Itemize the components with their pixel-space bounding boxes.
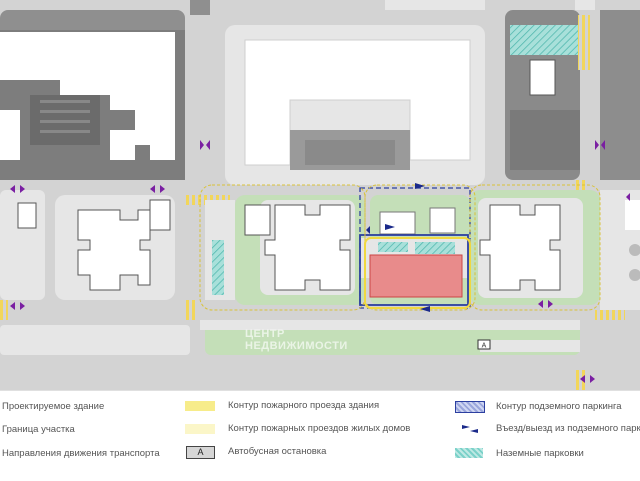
residential-courtyard-center: [235, 195, 365, 305]
watermark: ЦЕНТР НЕДВИЖИМОСТИ: [245, 328, 348, 352]
residential-courtyard-east: [470, 190, 600, 305]
fire-lane-building-swatch: [185, 401, 215, 411]
watermark-line-1: ЦЕНТР: [245, 328, 285, 340]
bus-stop-box: А: [186, 446, 215, 459]
crosswalk: [578, 15, 590, 70]
crosswalk: [575, 370, 587, 390]
parking-entry-arrows: [462, 425, 478, 433]
fire-lane-residential-swatch: [185, 424, 215, 434]
legend-item-underground-parking: Контур подземного паркинга: [496, 401, 622, 412]
legend-item-traffic-direction: Направления движения транспорта: [2, 448, 160, 459]
ground-parking-area: [510, 25, 580, 55]
existing-block-west: [0, 190, 175, 300]
crosswalk: [0, 300, 8, 320]
legend-item-ground-parking: Наземные парковки: [496, 448, 584, 459]
crosswalk: [595, 310, 625, 320]
ground-parking-swatch: [455, 448, 483, 458]
legend-item-site-boundary: Граница участка: [2, 424, 75, 435]
legend-item-fire-lane-residential: Контур пожарных проездов жилых домов: [228, 423, 411, 434]
bus-stop-letter: А: [482, 343, 487, 350]
crosswalk: [185, 300, 197, 320]
proposed-building: [369, 254, 463, 298]
underground-parking-swatch: [455, 401, 485, 413]
legend-item-parking-entry: Въезд/выезд из подземного паркинга: [496, 423, 640, 434]
legend-item-proposed-building: Проектируемое здание: [2, 401, 105, 412]
legend-item-fire-lane-building: Контур пожарного проезда здания: [228, 400, 380, 411]
ground-parking-area: [212, 240, 224, 295]
map-legend: Проектируемое здание Граница участка Нап…: [0, 390, 640, 481]
legend-item-bus-stop: Автобусная остановка: [228, 446, 327, 457]
watermark-line-2: НЕДВИЖИМОСТИ: [245, 340, 348, 352]
proposed-site: [359, 187, 471, 309]
site-plan-map: А ЦЕНТР НЕДВИЖИМОСТИ: [0, 0, 640, 390]
existing-block-north: [225, 25, 485, 185]
existing-block-northwest: [0, 10, 185, 180]
